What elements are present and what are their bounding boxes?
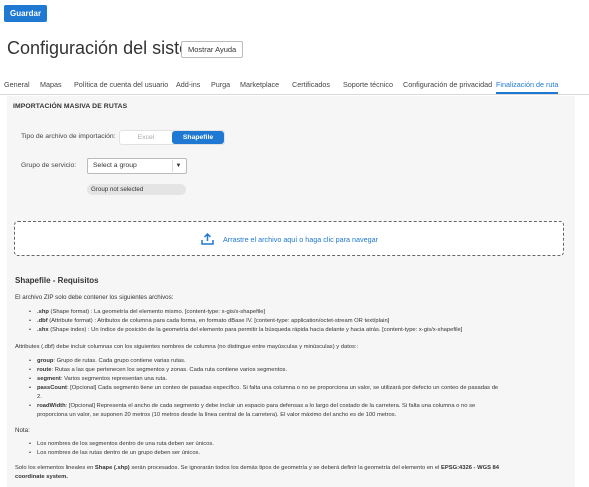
tab-marketplace[interactable]: Marketplace xyxy=(240,80,279,89)
tab-privacy-settings[interactable]: Configuración de privacidad xyxy=(403,80,492,89)
chevron-down-icon: ▼ xyxy=(172,160,184,172)
tab-purge[interactable]: Purga xyxy=(211,80,230,89)
list-item: segment: Varios segmentos representan un… xyxy=(29,375,167,384)
dropzone-text: Arrastre el archivo aquí o haga clic par… xyxy=(223,235,379,244)
note-label: Nota: xyxy=(15,427,30,434)
file-type-label: Tipo de archivo de importación: xyxy=(21,133,116,140)
file-type-toggle: Excel Shapefile xyxy=(119,130,225,145)
tab-certificates[interactable]: Certificados xyxy=(292,80,330,89)
group-status-badge: Group not selected xyxy=(87,184,186,195)
upload-icon xyxy=(201,233,214,245)
list-item: passCount: [Opcional] Cada segmento tien… xyxy=(29,384,498,393)
file-type-shapefile-option[interactable]: Shapefile xyxy=(172,131,224,144)
settings-tabs: General Mapas Política de cuenta del usu… xyxy=(0,75,589,95)
list-item-continuation: 2. xyxy=(37,394,42,400)
tab-general[interactable]: General xyxy=(4,80,30,89)
footer-note-continuation: coordinate system. xyxy=(15,474,68,480)
file-type-excel-option[interactable]: Excel xyxy=(120,131,172,144)
tab-user-account-policy[interactable]: Política de cuenta del usuario xyxy=(74,80,168,89)
save-button[interactable]: Guardar xyxy=(4,5,48,22)
list-item: roadWidth: [Opcional] Representa el anch… xyxy=(29,402,475,411)
section-title: IMPORTACIÓN MASIVA DE RUTAS xyxy=(13,103,128,110)
list-item: .shp (Shape format) : La geometría del e… xyxy=(29,308,265,317)
requirements-intro: El archivo ZIP solo debe contener los si… xyxy=(15,294,174,301)
tab-maps[interactable]: Mapas xyxy=(40,80,62,89)
list-item: route: Rutas a las que pertenecen los se… xyxy=(29,366,287,375)
file-dropzone[interactable]: Arrastre el archivo aquí o haga clic par… xyxy=(14,221,564,256)
route-import-panel: IMPORTACIÓN MASIVA DE RUTAS Tipo de arch… xyxy=(7,96,575,487)
show-help-button[interactable]: Mostrar Ayuda xyxy=(181,41,244,58)
tab-add-ins[interactable]: Add-ins xyxy=(176,80,200,89)
list-item-continuation: proporciona un valor, se suponen 20 metr… xyxy=(37,412,397,418)
footer-note: Solo los elementos lineales en Shape (.s… xyxy=(15,465,500,471)
tab-support[interactable]: Soporte técnico xyxy=(343,80,393,89)
service-group-label: Grupo de servicio: xyxy=(21,162,77,169)
tab-route-completion[interactable]: Finalización de ruta xyxy=(496,80,559,94)
list-item: group: Grupo de rutas. Cada grupo contie… xyxy=(29,357,186,366)
top-toolbar: Guardar xyxy=(0,0,589,28)
service-group-value: Select a group xyxy=(93,162,137,169)
list-item: Los nombres de los segmentos dentro de u… xyxy=(29,440,214,449)
list-item: .shx (Shape index) : Un índice de posici… xyxy=(29,326,462,335)
list-item: Los nombres de las rutas dentro de un gr… xyxy=(29,449,200,458)
service-group-select[interactable]: Select a group ▼ xyxy=(87,158,187,174)
requirements-title: Shapefile - Requisitos xyxy=(15,276,99,285)
attributes-intro: Attributes (.dbf) debe incluir columnas … xyxy=(15,344,359,350)
list-item: .dbf (Attribute format) : Atributos de c… xyxy=(29,317,389,326)
